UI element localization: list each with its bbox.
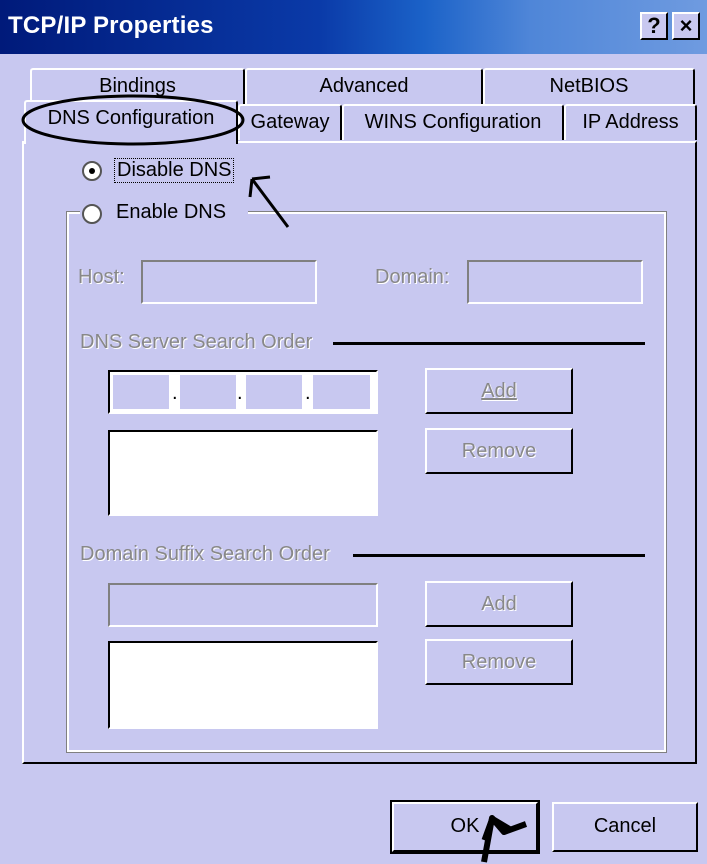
cancel-button[interactable]: Cancel [552,802,698,852]
annotation-arrow-disable-dns [248,175,290,228]
dns-server-ip-input[interactable]: . . . [108,370,378,414]
tab-wins-configuration[interactable]: WINS Configuration [342,104,564,140]
tab-gateway[interactable]: Gateway [238,104,342,140]
tab-advanced[interactable]: Advanced [245,68,483,104]
tab-netbios[interactable]: NetBIOS [483,68,695,104]
highlight-ellipse [21,94,245,146]
window-title: TCP/IP Properties [8,12,214,39]
domain-suffix-section-label: Domain Suffix Search Order [80,543,330,565]
close-button[interactable]: × [672,12,700,40]
domain-label: Domain: [375,266,450,288]
disable-dns-radio[interactable] [82,161,102,181]
domain-suffix-remove-button[interactable]: Remove [425,639,573,685]
enable-dns-label[interactable]: Enable DNS [116,201,226,224]
dns-server-remove-button[interactable]: Remove [425,428,573,474]
dns-server-section-line [333,342,645,345]
annotation-arrow-ok [481,815,528,863]
dns-server-section-label: DNS Server Search Order [80,331,313,353]
enable-dns-radio[interactable] [82,204,102,224]
help-button[interactable]: ? [640,12,668,40]
domain-suffix-add-button[interactable]: Add [425,581,573,627]
host-label: Host: [78,266,125,288]
domain-suffix-input[interactable] [108,583,378,627]
domain-suffix-section-line [353,554,645,557]
tab-ip-address[interactable]: IP Address [564,104,697,140]
radio-selected-dot [89,168,95,174]
dns-server-add-button[interactable]: Add [425,368,573,414]
domain-input[interactable] [467,260,643,304]
domain-suffix-list[interactable] [108,641,378,729]
title-bar[interactable]: TCP/IP Properties ? × [0,0,707,54]
disable-dns-label[interactable]: Disable DNS [114,158,235,183]
host-input[interactable] [141,260,317,304]
dns-server-list[interactable] [108,430,378,516]
